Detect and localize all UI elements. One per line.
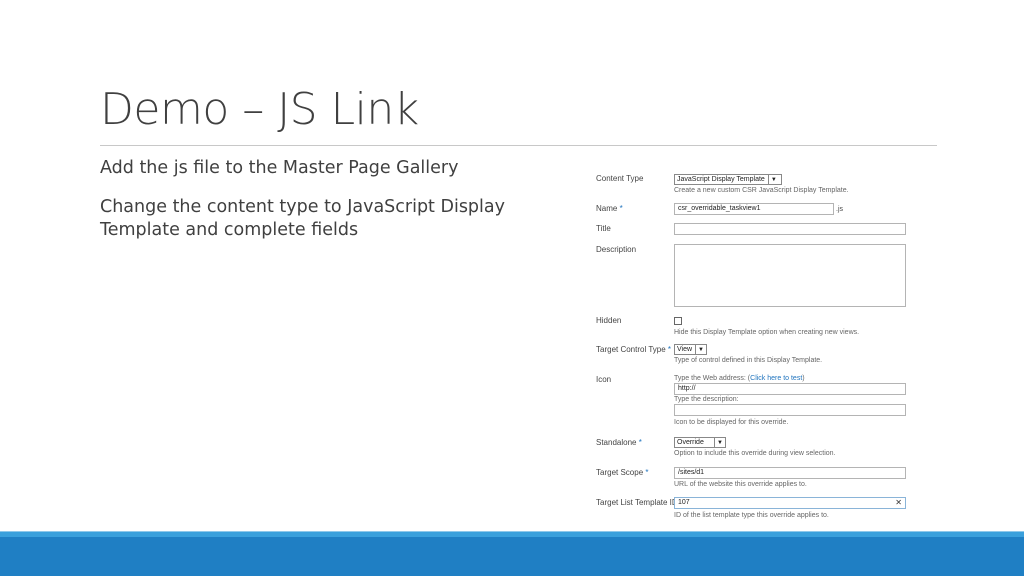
chevron-down-icon: ▼ [695,345,706,354]
standalone-hint: Option to include this override during v… [674,450,836,457]
content-type-hint: Create a new custom CSR JavaScript Displ… [674,187,849,194]
footer-band-edge [0,531,1024,532]
icon-description-input[interactable] [674,404,906,416]
standalone-value: Override [677,439,704,446]
icon-url-input[interactable]: http:// [674,383,906,395]
description-textarea[interactable] [674,244,906,307]
bullet-change-content-type: Change the content type to JavaScript Di… [100,197,505,240]
hidden-label: Hidden [596,316,622,325]
target-scope-input[interactable]: /sites/d1 [674,467,906,479]
name-extension: .js [836,205,843,213]
description-label: Description [596,245,637,254]
target-list-template-id-hint: ID of the list template type this overri… [674,512,829,519]
icon-label: Icon [596,375,612,384]
hidden-hint: Hide this Display Template option when c… [674,329,860,336]
title-label: Title [596,224,611,233]
content-type-value: JavaScript Display Template [677,176,765,183]
slide-title: Demo – JS Link [100,84,419,135]
chevron-down-icon: ▼ [714,438,725,447]
title-divider [100,145,937,146]
target-scope-hint: URL of the website this override applies… [674,481,807,488]
hidden-checkbox[interactable] [674,317,682,325]
target-control-type-select[interactable]: View ▼ [674,344,707,355]
target-control-type-hint: Type of control defined in this Display … [674,357,823,364]
target-list-template-id-input[interactable]: 107 ✕ [674,497,906,509]
standalone-select[interactable]: Override ▼ [674,437,726,448]
name-label: Name * [596,204,623,213]
target-control-type-value: View [677,346,693,353]
content-type-select[interactable]: JavaScript Display Template ▼ [674,174,782,185]
required-marker: * [638,438,642,447]
target-list-template-id-label: Target List Template ID [596,498,678,507]
target-list-template-id-value: 107 [678,499,690,506]
standalone-label: Standalone * [596,438,642,447]
icon-hint: Icon to be displayed for this override. [674,419,789,426]
required-marker: * [667,345,672,354]
content-type-label: Content Type [596,174,644,183]
footer-band [0,537,1024,576]
required-marker: * [619,204,623,213]
test-link[interactable]: Click here to test [750,375,802,382]
target-control-type-label: Target Control Type * [596,345,672,354]
title-input[interactable] [674,223,906,235]
icon-description-prompt: Type the description: [674,396,739,403]
bullet-add-js-file: Add the js file to the Master Page Galle… [100,158,459,178]
chevron-down-icon: ▼ [767,175,779,184]
target-scope-label: Target Scope * [596,468,649,477]
name-input[interactable]: csr_overridable_taskview1 [674,203,834,215]
required-marker: * [645,468,649,477]
clear-icon[interactable]: ✕ [895,498,902,508]
icon-address-prompt: Type the Web address: (Click here to tes… [674,375,805,382]
